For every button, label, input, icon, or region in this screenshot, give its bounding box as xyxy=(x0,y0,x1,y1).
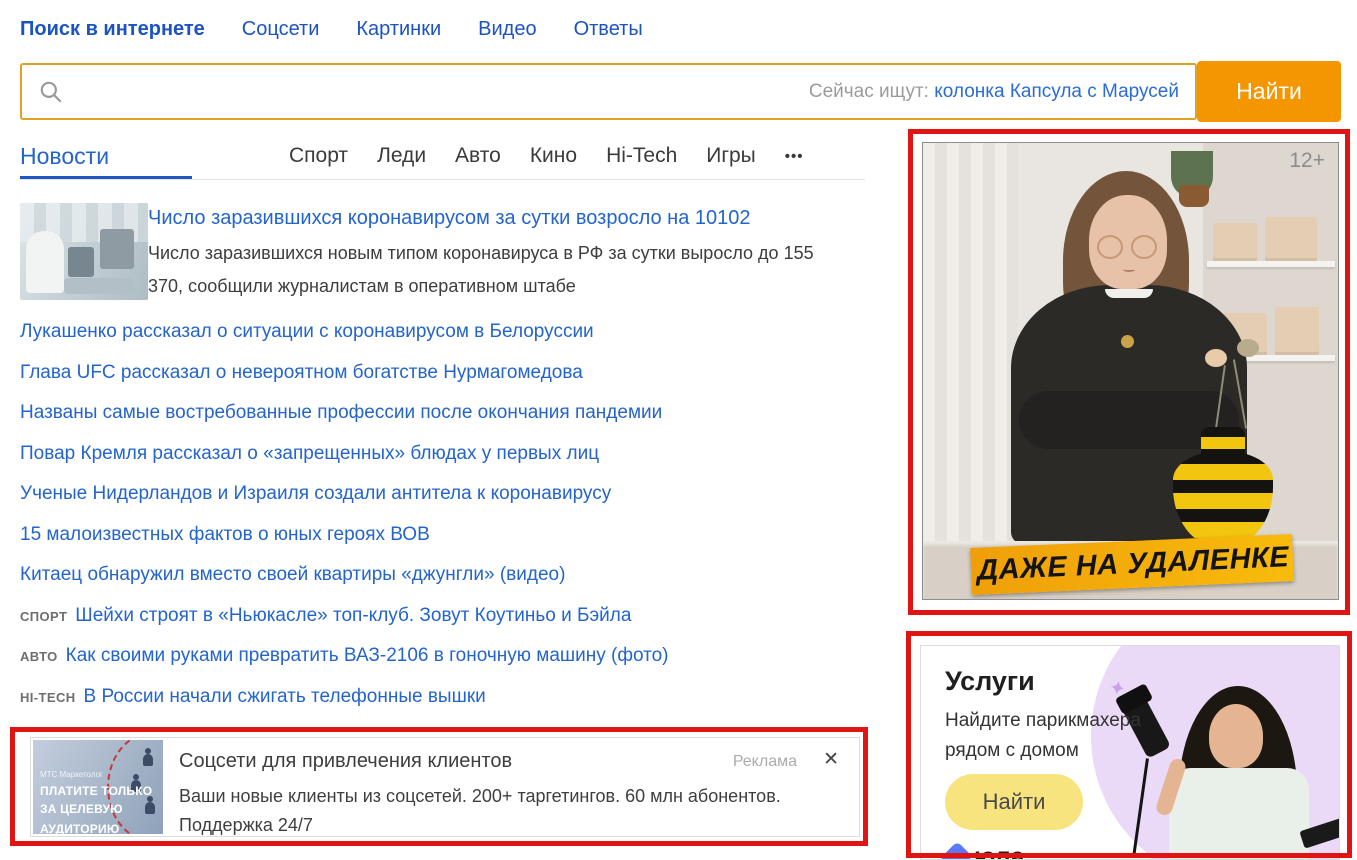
search-icon xyxy=(38,79,64,105)
tab-news-active[interactable]: Новости xyxy=(20,143,109,170)
news-link[interactable]: Лукашенко рассказал о ситуации с коронав… xyxy=(20,321,594,342)
close-icon[interactable]: ✕ xyxy=(823,748,839,771)
curtain-background xyxy=(923,143,1018,599)
list-item: Глава UFC рассказал о невероятном богатс… xyxy=(20,353,669,394)
news-tabs: Спорт Леди Авто Кино Hi-Tech Игры ••• xyxy=(289,144,804,168)
mts-slogan-line: ЗА ЦЕЛЕВУЮ xyxy=(40,802,123,816)
nav-item-video[interactable]: Видео xyxy=(478,18,536,41)
mts-slogan-line: АУДИТОРИЮ xyxy=(40,822,119,834)
suggest-label: Сейчас ищут: xyxy=(809,81,929,102)
news-link[interactable]: В России начали сжигать телефонные вышки xyxy=(84,686,486,707)
yula-ad-title: Услуги xyxy=(945,666,1035,697)
list-item: HI-TECH В России начали сжигать телефонны… xyxy=(20,677,669,718)
news-link[interactable]: Китаец обнаружил вместо своей квартиры «… xyxy=(20,564,565,585)
list-item: Ученые Нидерландов и Израиля создали ант… xyxy=(20,474,669,515)
list-item: АВТО Как своими руками превратить ВАЗ-210… xyxy=(20,636,669,677)
yula-ad-card[interactable]: ✦ Услуги Найдите парикмахера рядом с дом… xyxy=(920,645,1340,860)
search-box[interactable]: Сейчас ищут: колонка Капсула с Марусей xyxy=(20,63,1197,120)
plant-pot xyxy=(1179,185,1209,207)
necklace-pendant xyxy=(1121,335,1134,348)
yula-ad-text-line: рядом с домом xyxy=(945,740,1079,762)
lead-story-summary: Число заразившихся новым типом коронавир… xyxy=(148,237,848,303)
box-on-shelf xyxy=(1275,307,1319,355)
person-icon xyxy=(143,754,153,766)
ad-slogan-text: ДАЖЕ НА УДАЛЕНКЕ xyxy=(976,541,1289,587)
search-button[interactable]: Найти xyxy=(1197,61,1341,122)
ad-title-link[interactable]: Соцсети для привлечения клиентов xyxy=(179,750,512,773)
tab-hitech[interactable]: Hi-Tech xyxy=(606,144,677,168)
doctor-figure xyxy=(26,231,64,293)
list-item: 15 малоизвестных фактов о юных героях ВО… xyxy=(20,515,669,556)
news-link[interactable]: Ученые Нидерландов и Израиля создали ант… xyxy=(20,483,611,504)
mts-brand-label: МТС Маркетолог xyxy=(40,770,103,779)
hairdresser-face xyxy=(1209,704,1263,768)
ad-body-text: Ваши новые клиенты из соцсетей. 200+ тар… xyxy=(179,782,834,840)
news-link[interactable]: Шейхи строят в «Ньюкасле» топ-клуб. Зову… xyxy=(75,605,631,626)
list-item: Повар Кремля рассказал о «запрещенных» б… xyxy=(20,434,669,475)
yula-ad-text-line: Найдите парикмахера xyxy=(945,710,1141,732)
news-list: Лукашенко рассказал о ситуации с коронав… xyxy=(20,312,669,717)
search-suggest: Сейчас ищут: колонка Капсула с Марусей xyxy=(809,81,1179,103)
more-tabs-icon[interactable]: ••• xyxy=(785,148,804,165)
top-navigation: Поиск в интернете Соцсети Картинки Видео… xyxy=(20,18,643,41)
lead-story-thumbnail[interactable] xyxy=(20,203,148,300)
smile xyxy=(1123,267,1135,272)
box-on-shelf xyxy=(1213,223,1257,261)
tab-games[interactable]: Игры xyxy=(706,144,756,168)
suggest-link[interactable]: колонка Капсула с Марусей xyxy=(934,81,1179,102)
list-item: Названы самые востребованные профессии п… xyxy=(20,393,669,434)
shelf xyxy=(1207,261,1335,267)
nav-item-images[interactable]: Картинки xyxy=(356,18,441,41)
yula-find-button[interactable]: Найти xyxy=(945,774,1083,830)
lead-story-headline[interactable]: Число заразившихся коронавирусом за сутк… xyxy=(148,207,751,230)
nav-item-answers[interactable]: Ответы xyxy=(574,18,643,41)
mts-ad-card[interactable]: МТС Маркетолог ПЛАТИТЕ ТОЛЬКО ЗА ЦЕЛЕВУЮ… xyxy=(30,737,860,837)
flower-head xyxy=(1205,349,1227,367)
category-badge: АВТО xyxy=(20,649,58,664)
hospital-equipment xyxy=(100,229,134,269)
hairdresser-shirt xyxy=(1169,768,1309,860)
list-item: Лукашенко рассказал о ситуации с коронав… xyxy=(20,312,669,353)
mts-ad-thumbnail[interactable]: МТС Маркетолог ПЛАТИТЕ ТОЛЬКО ЗА ЦЕЛЕВУЮ… xyxy=(33,740,163,834)
yula-logo-icon xyxy=(939,841,972,860)
nav-item-web-search[interactable]: Поиск в интернете xyxy=(20,18,205,41)
yula-logo: юла xyxy=(945,843,1025,860)
shirt-collar xyxy=(1105,289,1153,298)
tab-kino[interactable]: Кино xyxy=(530,144,577,168)
tab-sport[interactable]: Спорт xyxy=(289,144,348,168)
ad-label: Реклама xyxy=(733,753,797,771)
category-badge: HI-TECH xyxy=(20,690,76,705)
yula-brand-name: юла xyxy=(974,843,1025,860)
news-link[interactable]: Названы самые востребованные профессии п… xyxy=(20,402,662,423)
list-item: СПОРТ Шейхи строят в «Ньюкасле» топ-клуб.… xyxy=(20,596,669,637)
glasses-lens xyxy=(1131,235,1157,259)
news-link[interactable]: Повар Кремля рассказал о «запрещенных» б… xyxy=(20,443,599,464)
tab-lady[interactable]: Леди xyxy=(377,144,426,168)
hospital-bed xyxy=(64,278,134,294)
list-item: Китаец обнаружил вместо своей квартиры «… xyxy=(20,555,669,596)
mts-slogan-line: ПЛАТИТЕ ТОЛЬКО xyxy=(40,784,152,798)
nav-item-social[interactable]: Соцсети xyxy=(242,18,320,41)
flower-head xyxy=(1237,339,1259,357)
glasses-lens xyxy=(1097,235,1123,259)
news-link[interactable]: Глава UFC рассказал о невероятном богатс… xyxy=(20,362,583,383)
hospital-equipment xyxy=(68,247,94,277)
news-link[interactable]: Как своими руками превратить ВАЗ-2106 в … xyxy=(66,645,669,666)
woman-face xyxy=(1089,195,1167,289)
search-input[interactable] xyxy=(78,67,638,116)
box-on-shelf xyxy=(1265,217,1317,261)
tabs-divider-line xyxy=(20,179,865,180)
tab-auto[interactable]: Авто xyxy=(455,144,501,168)
beeline-ad-banner[interactable]: ДАЖЕ НА УДАЛЕНКЕ 12+ xyxy=(922,142,1339,600)
news-link[interactable]: 15 малоизвестных фактов о юных героях ВО… xyxy=(20,524,430,545)
category-badge: СПОРТ xyxy=(20,609,67,624)
age-restriction-badge: 12+ xyxy=(1289,149,1325,173)
person-icon xyxy=(145,802,155,814)
